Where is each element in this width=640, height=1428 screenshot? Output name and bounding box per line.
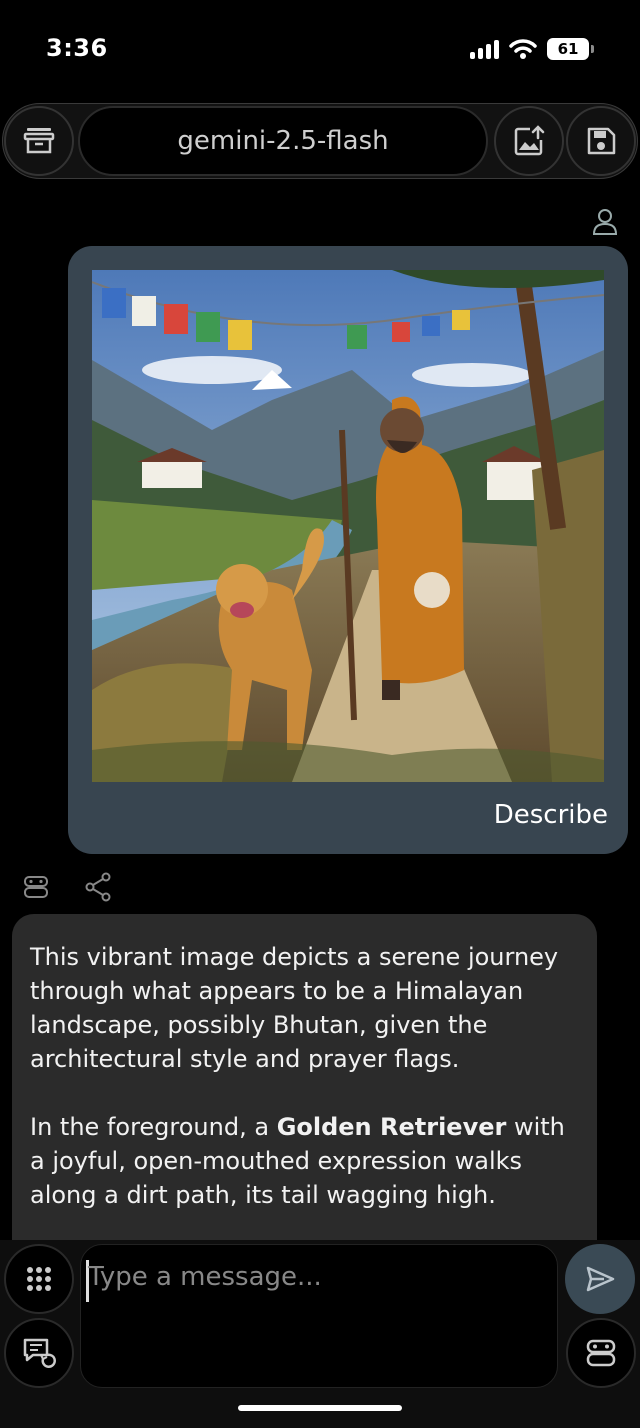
model-name: gemini-2.5-flash xyxy=(177,126,389,156)
bot-message-actions xyxy=(22,872,112,902)
message-placeholder: Type a message... xyxy=(88,1262,322,1292)
bot-icon xyxy=(586,1339,616,1367)
wifi-icon xyxy=(509,39,537,59)
signal-icon xyxy=(470,39,499,59)
chat-history-icon xyxy=(23,1338,56,1368)
bot-p2-start: In the foreground, a xyxy=(30,1113,277,1141)
bot-mode-button[interactable] xyxy=(566,1318,636,1388)
bot-paragraph-1: This vibrant image depicts a serene jour… xyxy=(30,943,559,1073)
save-button[interactable] xyxy=(566,106,636,176)
battery-icon: 61 xyxy=(547,38,594,60)
archive-icon xyxy=(23,128,55,154)
model-selector[interactable]: gemini-2.5-flash xyxy=(78,106,488,176)
user-message-text: Describe xyxy=(493,800,608,830)
status-time: 3:36 xyxy=(46,34,108,62)
bot-message-bubble: This vibrant image depicts a serene jour… xyxy=(12,914,597,1254)
grid-icon xyxy=(27,1267,51,1291)
archive-button[interactable] xyxy=(4,106,74,176)
status-icons: 61 xyxy=(470,38,594,60)
image-upload-icon xyxy=(514,125,545,156)
share-icon[interactable] xyxy=(84,872,112,902)
save-icon xyxy=(587,127,616,155)
bot-paragraph-2: In the foreground, a Golden Retriever wi… xyxy=(30,1110,579,1212)
send-button[interactable] xyxy=(565,1244,635,1314)
photo-illustration xyxy=(92,270,604,782)
attached-image[interactable] xyxy=(92,270,604,782)
send-icon xyxy=(586,1266,615,1292)
apps-button[interactable] xyxy=(4,1244,74,1314)
chat-history-button[interactable] xyxy=(4,1318,74,1388)
user-icon xyxy=(592,209,618,235)
bot-icon xyxy=(24,876,48,898)
home-indicator xyxy=(238,1405,402,1411)
bot-p2-bold: Golden Retriever xyxy=(276,1113,507,1141)
image-upload-button[interactable] xyxy=(494,106,564,176)
battery-level: 61 xyxy=(547,38,589,60)
